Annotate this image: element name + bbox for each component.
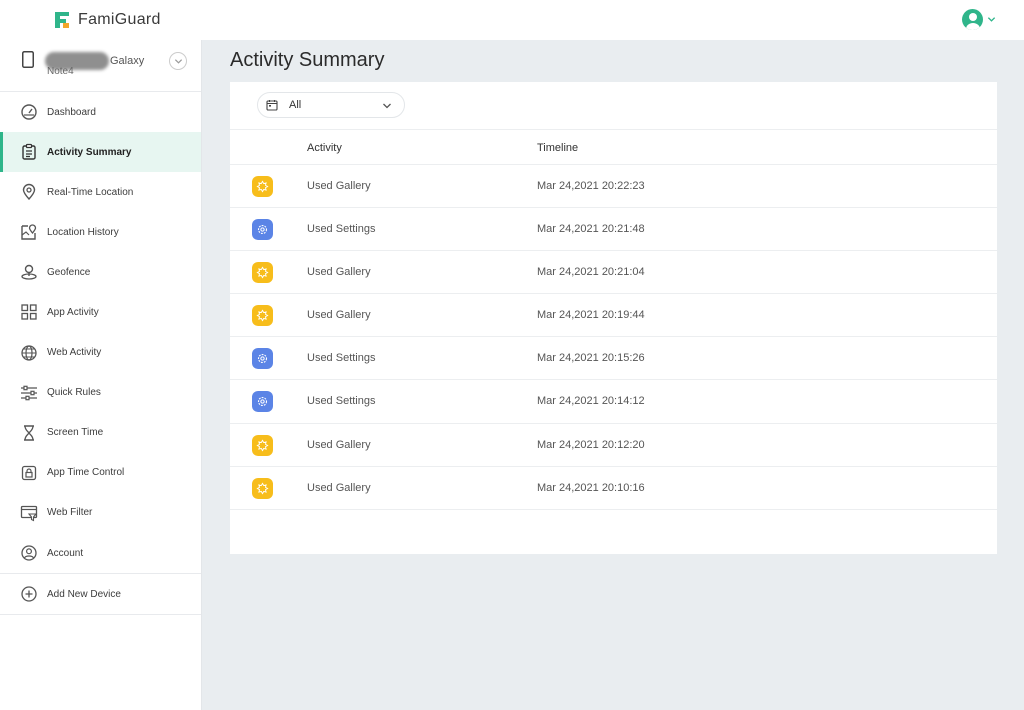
calendar-icon (266, 100, 278, 111)
sidebar-item-web-activity[interactable]: Web Activity (0, 333, 201, 373)
plus-circle-icon (21, 586, 37, 602)
sidebar-divider (0, 614, 201, 616)
add-new-device-label: Add New Device (47, 588, 121, 600)
activity-cell: Used Settings (307, 395, 376, 408)
sidebar-item-account[interactable]: Account (0, 533, 201, 573)
activity-cell: Used Settings (307, 223, 376, 236)
timeline-cell: Mar 24,2021 20:10:16 (537, 481, 645, 494)
hourglass-icon (24, 425, 34, 441)
user-avatar-icon (962, 9, 983, 30)
sidebar-item-label: Dashboard (47, 106, 96, 118)
column-header-activity: Activity (307, 142, 342, 154)
lock-icon (21, 465, 37, 480)
sidebar-item-app-time-control[interactable]: App Time Control (0, 453, 201, 493)
clipboard-icon (22, 143, 36, 160)
web-filter-icon (20, 505, 38, 522)
sidebar-item-label: Geofence (47, 266, 91, 278)
sidebar-item-label: Account (47, 547, 84, 559)
device-selector[interactable]: Galaxy Note4 (0, 40, 201, 92)
sidebar-item-label: Web Activity (47, 347, 102, 359)
sidebar-item-app-activity[interactable]: App Activity (0, 292, 201, 332)
grid-icon (21, 304, 37, 321)
sidebar-item-label: Location History (47, 226, 119, 238)
date-filter-dropdown[interactable]: All (257, 92, 405, 118)
activity-cell: Used Gallery (307, 180, 371, 192)
user-menu[interactable] (962, 9, 996, 30)
settings-app-icon (252, 219, 273, 241)
table-body: Used Gallery Mar 24,2021 20:22:23 Used S… (230, 165, 997, 510)
sidebar-item-location-history[interactable]: Location History (0, 212, 201, 252)
device-dropdown-button[interactable] (169, 52, 187, 70)
table-row: Used Gallery Mar 24,2021 20:19:44 (230, 294, 997, 338)
sidebar-item-label: App Activity (47, 307, 99, 319)
sidebar-item-quick-rules[interactable]: Quick Rules (0, 373, 201, 413)
account-icon (21, 545, 37, 561)
sidebar-item-activity-summary[interactable]: Activity Summary (0, 132, 201, 173)
device-name: Galaxy (110, 55, 145, 67)
settings-app-icon (252, 391, 273, 413)
sidebar-item-dashboard[interactable]: Dashboard (0, 92, 201, 132)
gallery-app-icon (252, 305, 273, 327)
sidebar-item-screen-time[interactable]: Screen Time (0, 413, 201, 453)
table-row: Used Settings Mar 24,2021 20:14:12 (230, 380, 997, 424)
phone-icon (22, 51, 34, 68)
activity-cell: Used Gallery (307, 481, 371, 494)
timeline-cell: Mar 24,2021 20:12:20 (537, 438, 645, 451)
sidebar: Galaxy Note4 Dashboard Activity Summary (0, 40, 202, 710)
chevron-down-icon (174, 58, 182, 64)
activity-cell: Used Gallery (307, 266, 371, 279)
brand-logo[interactable]: FamiGuard (53, 10, 161, 30)
sidebar-item-web-filter[interactable]: Web Filter (0, 493, 201, 533)
table-row: Used Settings Mar 24,2021 20:15:26 (230, 337, 997, 381)
sidebar-nav: Dashboard Activity Summary Real-Time Loc… (0, 92, 201, 616)
brand-name: FamiGuard (78, 11, 161, 28)
famiguard-logo-icon (55, 12, 69, 28)
sidebar-item-label: Activity Summary (47, 146, 132, 158)
gallery-app-icon (252, 176, 273, 197)
activity-cell: Used Settings (307, 352, 376, 365)
table-row: Used Gallery Mar 24,2021 20:10:16 (230, 467, 997, 510)
table-row: Used Gallery Mar 24,2021 20:12:20 (230, 424, 997, 467)
timeline-cell: Mar 24,2021 20:21:48 (537, 223, 645, 236)
sidebar-item-geofence[interactable]: Geofence (0, 252, 201, 292)
table-row: Used Gallery Mar 24,2021 20:22:23 (230, 165, 997, 209)
gallery-app-icon (252, 262, 273, 284)
map-pin-icon (21, 224, 37, 240)
timeline-cell: Mar 24,2021 20:22:23 (537, 180, 645, 192)
settings-app-icon (252, 348, 273, 370)
timeline-cell: Mar 24,2021 20:14:12 (537, 395, 645, 408)
page-title: Activity Summary (230, 49, 385, 71)
gallery-app-icon (252, 434, 273, 456)
activity-cell: Used Gallery (307, 309, 371, 322)
sidebar-item-real-time-location[interactable]: Real-Time Location (0, 172, 201, 212)
sliders-icon (21, 385, 37, 400)
geofence-icon (21, 265, 37, 281)
column-header-timeline: Timeline (537, 142, 579, 154)
activity-cell: Used Gallery (307, 438, 371, 451)
sidebar-item-label: Real-Time Location (47, 186, 134, 198)
date-filter-value: All (289, 99, 302, 111)
timeline-cell: Mar 24,2021 20:15:26 (537, 352, 645, 365)
add-new-device-button[interactable]: Add New Device (0, 574, 201, 614)
gauge-icon (21, 104, 37, 120)
top-bar: FamiGuard (0, 0, 1024, 40)
chevron-down-icon (987, 17, 996, 22)
sidebar-item-label: Screen Time (47, 427, 104, 439)
activity-table: Activity Timeline Used Gallery Mar 24,20… (230, 129, 997, 510)
table-row: Used Gallery Mar 24,2021 20:21:04 (230, 251, 997, 295)
timeline-cell: Mar 24,2021 20:19:44 (537, 309, 645, 322)
sidebar-item-label: Web Filter (47, 507, 93, 519)
location-pin-icon (22, 184, 36, 201)
chevron-down-icon (383, 103, 391, 109)
activity-panel: All Activity Timeline Used Gallery Mar 2… (230, 82, 997, 554)
sidebar-item-label: Quick Rules (47, 387, 101, 399)
globe-icon (21, 344, 37, 361)
gallery-app-icon (252, 477, 273, 499)
table-header: Activity Timeline (230, 129, 997, 165)
timeline-cell: Mar 24,2021 20:21:04 (537, 266, 645, 279)
table-row: Used Settings Mar 24,2021 20:21:48 (230, 208, 997, 252)
sidebar-item-label: App Time Control (47, 467, 125, 479)
device-model: Note4 (47, 66, 74, 77)
